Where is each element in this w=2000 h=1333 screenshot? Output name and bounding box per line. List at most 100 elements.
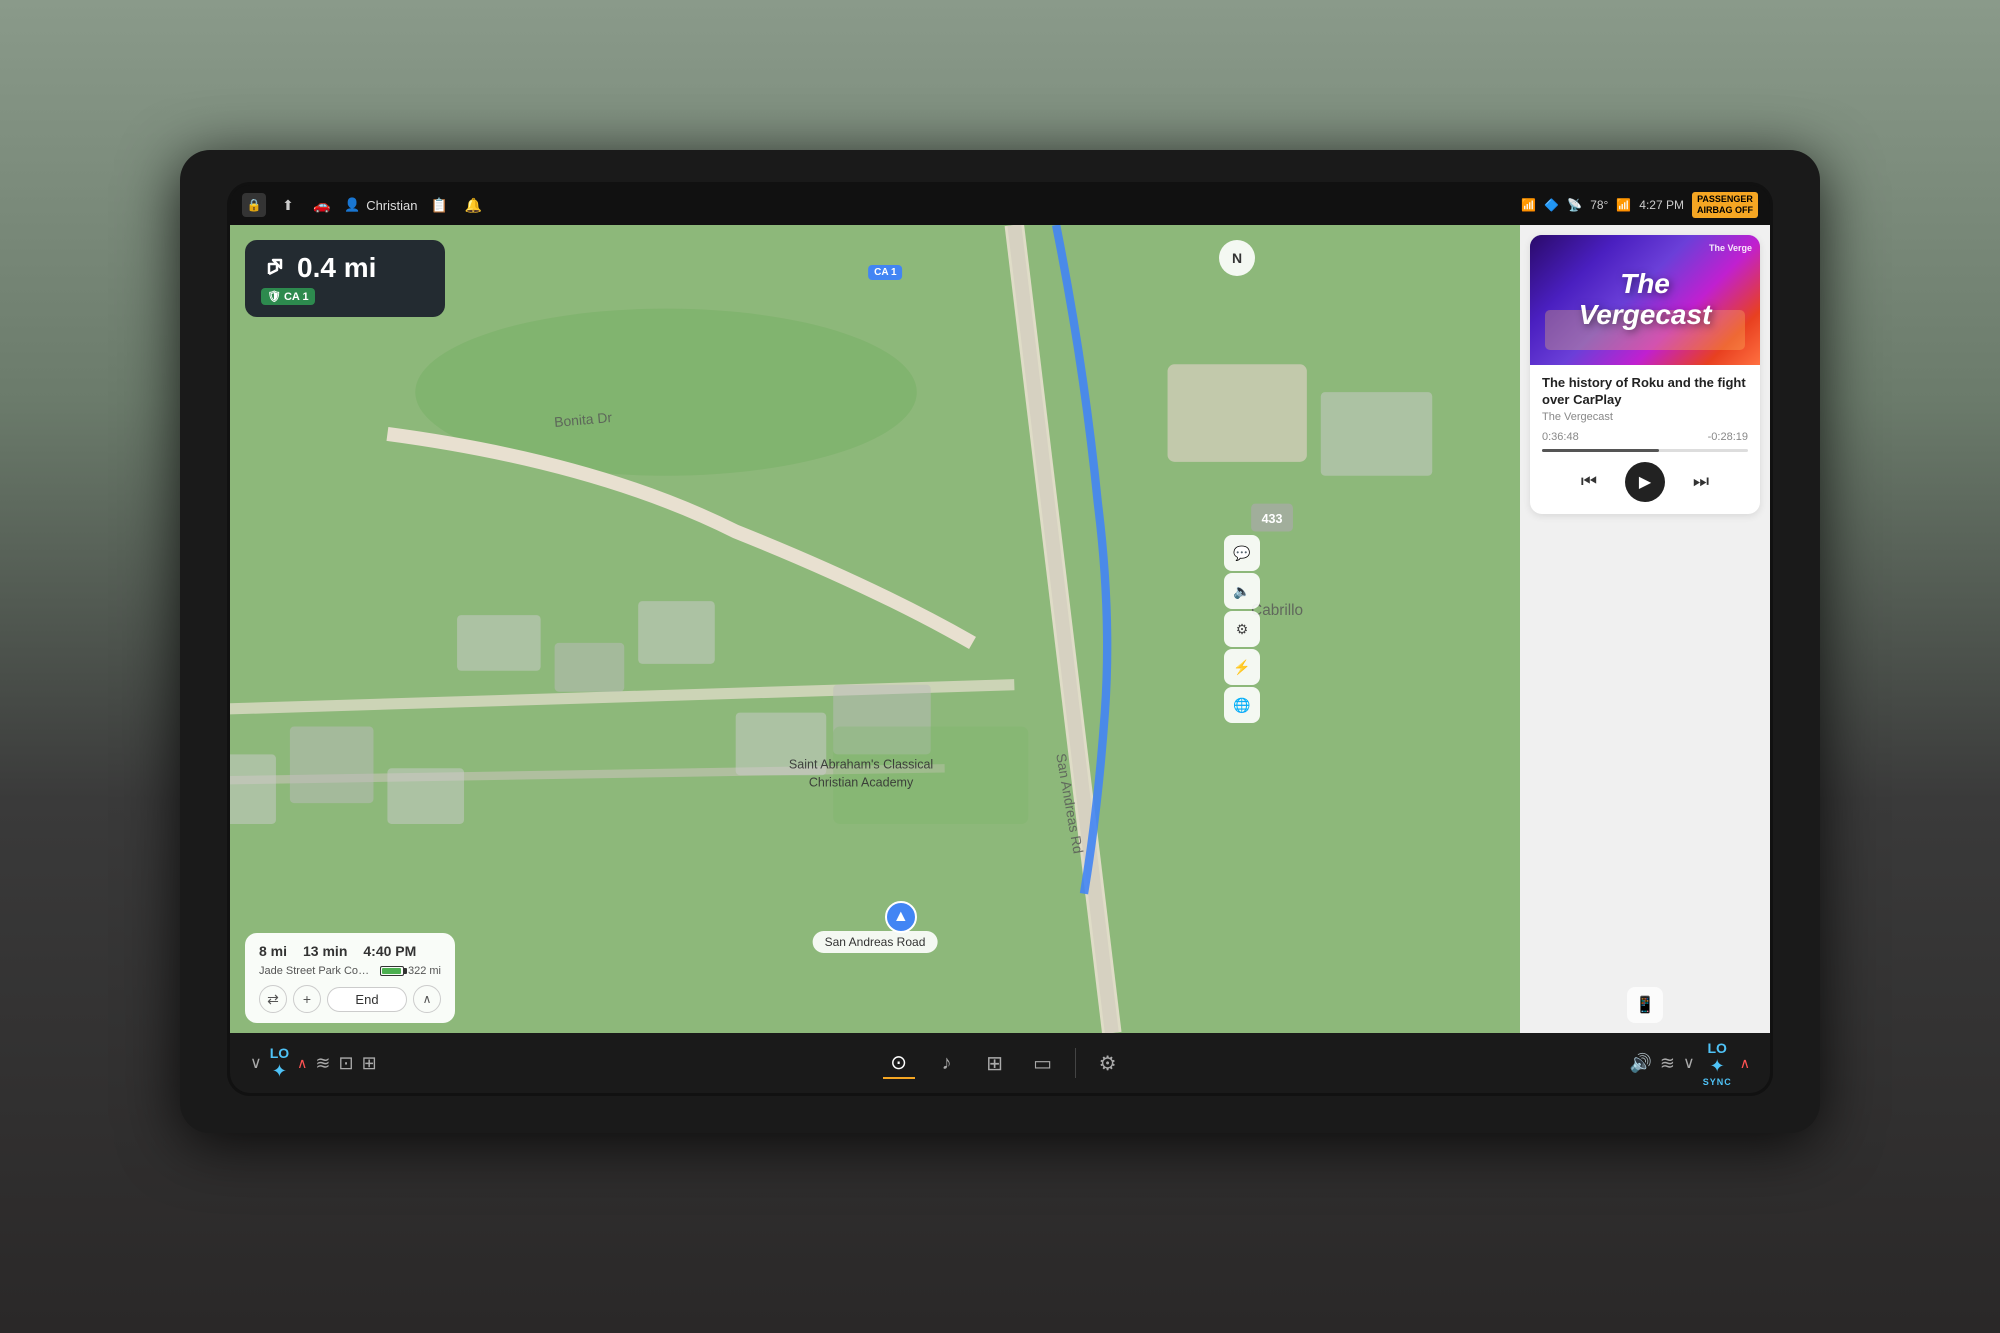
lock-icon[interactable]: 🔒: [242, 193, 266, 217]
turn-icon: [261, 254, 289, 282]
map-area[interactable]: Cabrillo Bonita Dr San Andreas Rd Saint …: [230, 225, 1520, 1033]
left-lo-label: LO: [270, 1045, 289, 1061]
trip-info-panel: 8 mi 13 min 4:40 PM Jade Street Park Com…: [245, 933, 455, 1023]
car-icon[interactable]: 🚗: [310, 193, 334, 217]
navigation-overlay: 0.4 mi 🛡 CA 1: [245, 240, 445, 317]
podcast-show-name: The Vergecast: [1542, 411, 1748, 423]
left-fan-down-btn[interactable]: ∨: [250, 1053, 262, 1073]
svg-text:433: 433: [1262, 512, 1283, 526]
profile-settings-icon[interactable]: 📋: [427, 193, 451, 217]
battery-indicator: [380, 966, 404, 976]
right-panel: TheVergecast The Verge The history of Ro…: [1520, 225, 1770, 1033]
nav-distance-display: 0.4 mi: [261, 252, 429, 284]
cellular-icon: 📶: [1616, 198, 1631, 212]
podcast-progress-times: 0:36:48 -0:28:19: [1542, 431, 1748, 443]
signal-icon: 📡: [1567, 198, 1582, 212]
end-navigation-btn[interactable]: End: [327, 987, 407, 1012]
user-icon: 👤: [344, 197, 360, 213]
climate-control-left: ∨ LO ✦ ∧ ≋ ⊡ ⊞: [250, 1045, 377, 1082]
left-climate-display: LO ✦: [270, 1045, 289, 1082]
battery-tip: [404, 968, 407, 974]
right-fan-up-btn[interactable]: ∧: [1740, 1055, 1750, 1072]
podcast-sub-label: The Verge: [1709, 243, 1752, 253]
map-lightning-btn[interactable]: ⚡: [1224, 649, 1260, 685]
battery-range: 322 mi: [408, 965, 441, 977]
compass[interactable]: N: [1219, 240, 1255, 276]
taskbar-divider: [1075, 1048, 1076, 1078]
seat-heat2-btn[interactable]: ⊞: [362, 1053, 377, 1074]
road-badge-label: 🛡: [267, 290, 281, 303]
music-btn[interactable]: ♪: [931, 1047, 963, 1079]
right-down-arrow: ∨: [1683, 1053, 1695, 1073]
music-icon: ♪: [931, 1047, 963, 1079]
left-fan-up-btn[interactable]: ∧: [297, 1055, 307, 1072]
left-fan-icon: ✦: [272, 1061, 287, 1082]
panel-phone-icon[interactable]: 📱: [1627, 987, 1663, 1023]
taskbar: ∨ LO ✦ ∧ ≋ ⊡ ⊞ ⊙: [230, 1033, 1770, 1093]
podcast-prev-btn[interactable]: ⏮: [1573, 466, 1605, 498]
battery-fill: [382, 968, 401, 974]
seat-heat2-icon: ⊞: [362, 1053, 377, 1074]
podcast-next-btn[interactable]: ⏭: [1685, 466, 1717, 498]
podcast-controls: ⏮ ▶ ⏭: [1542, 462, 1748, 502]
apps-btn[interactable]: ⊞: [979, 1047, 1011, 1079]
podcast-info: The history of Roku and the fight over C…: [1530, 365, 1760, 514]
main-screen: 🔒 ⬆ 🚗 👤 Christian 📋 🔔 📶 🔷 📡 78° 📶 4:27 P…: [230, 185, 1770, 1093]
user-profile[interactable]: 👤 Christian: [344, 197, 417, 213]
add-stop-btn[interactable]: +: [293, 985, 321, 1013]
map-volume-btn[interactable]: 🔈: [1224, 573, 1260, 609]
map-settings-btn[interactable]: ⚙: [1224, 611, 1260, 647]
left-down-arrow: ∨: [250, 1053, 262, 1073]
nav-btn[interactable]: ⊙: [883, 1047, 915, 1079]
expand-trip-btn[interactable]: ∧: [413, 985, 441, 1013]
route-options-btn[interactable]: ⇄: [259, 985, 287, 1013]
trip-destination-text: Jade Street Park CommunityC...: [259, 965, 372, 977]
settings-btn[interactable]: ⚙: [1092, 1047, 1124, 1079]
current-location-indicator: ▲: [885, 901, 917, 933]
right-lo-label: LO: [1708, 1040, 1727, 1056]
map-speech-btn[interactable]: 💬: [1224, 535, 1260, 571]
seat-heat1-icon: ≋: [315, 1053, 330, 1074]
map-globe-btn[interactable]: 🌐: [1224, 687, 1260, 723]
podcast-elapsed: 0:36:48: [1542, 431, 1579, 443]
defrost-btn[interactable]: ⊡: [339, 1053, 354, 1074]
volume-btn[interactable]: 🔊: [1629, 1053, 1651, 1074]
trip-time: 13 min: [303, 943, 347, 959]
trip-eta: 4:40 PM: [363, 943, 416, 959]
podcast-artwork[interactable]: TheVergecast The Verge: [1530, 235, 1760, 365]
climate-control-right: 🔊 ≋ ∨ LO ✦ SYNC ∧: [1629, 1040, 1750, 1087]
podcast-card: TheVergecast The Verge The history of Ro…: [1530, 235, 1760, 514]
right-climate-display: LO ✦ SYNC: [1703, 1040, 1732, 1087]
right-fan-icon: ✦: [1710, 1056, 1725, 1077]
podcast-episode-title: The history of Roku and the fight over C…: [1542, 375, 1748, 409]
podcast-bar-fill: [1542, 449, 1659, 452]
seat-heat1-btn[interactable]: ≋: [315, 1053, 330, 1074]
wifi-off-icon: 📶: [1521, 198, 1536, 212]
map-route-badge: CA 1: [868, 265, 902, 280]
right-heat-btn[interactable]: ≋: [1660, 1053, 1675, 1074]
trip-action-buttons: ⇄ + End ∧: [259, 985, 441, 1013]
road-badge-ca1: 🛡 CA 1: [261, 288, 315, 305]
podcast-art-title: TheVergecast: [1579, 269, 1712, 331]
map-svg: Cabrillo Bonita Dr San Andreas Rd Saint …: [230, 225, 1520, 1033]
navigation-icon: ⊙: [883, 1047, 915, 1079]
settings-icon: ⚙: [1092, 1047, 1124, 1079]
podcast-play-btn[interactable]: ▶: [1625, 462, 1665, 502]
bluetooth-icon: 🔷: [1544, 198, 1559, 212]
status-bar: 🔒 ⬆ 🚗 👤 Christian 📋 🔔 📶 🔷 📡 78° 📶 4:27 P…: [230, 185, 1770, 225]
trip-distance: 8 mi: [259, 943, 287, 959]
right-fan-down-btn[interactable]: ∨: [1683, 1053, 1695, 1073]
trip-battery: 322 mi: [380, 965, 441, 977]
status-bar-right: 📶 🔷 📡 78° 📶 4:27 PM PASSENGERAIRBAG OFF: [1521, 192, 1758, 218]
road-name-label: San Andreas Road: [813, 931, 938, 953]
podcast-progress-bar[interactable]: [1542, 449, 1748, 452]
trip-destination-row: Jade Street Park CommunityC... 322 mi: [259, 965, 441, 977]
status-bar-left: 🔒 ⬆ 🚗 👤 Christian 📋 🔔: [242, 193, 1513, 217]
notifications-icon[interactable]: 🔔: [461, 193, 485, 217]
map-side-controls: 💬 🔈 ⚙ ⚡ 🌐: [1224, 535, 1260, 723]
podcast-remaining: -0:28:19: [1708, 431, 1748, 443]
share-icon[interactable]: ⬆: [276, 193, 300, 217]
defrost-icon: ⊡: [339, 1053, 354, 1074]
svg-text:Saint Abraham's Classical: Saint Abraham's Classical: [789, 757, 933, 771]
camera-btn[interactable]: ▭: [1027, 1047, 1059, 1079]
